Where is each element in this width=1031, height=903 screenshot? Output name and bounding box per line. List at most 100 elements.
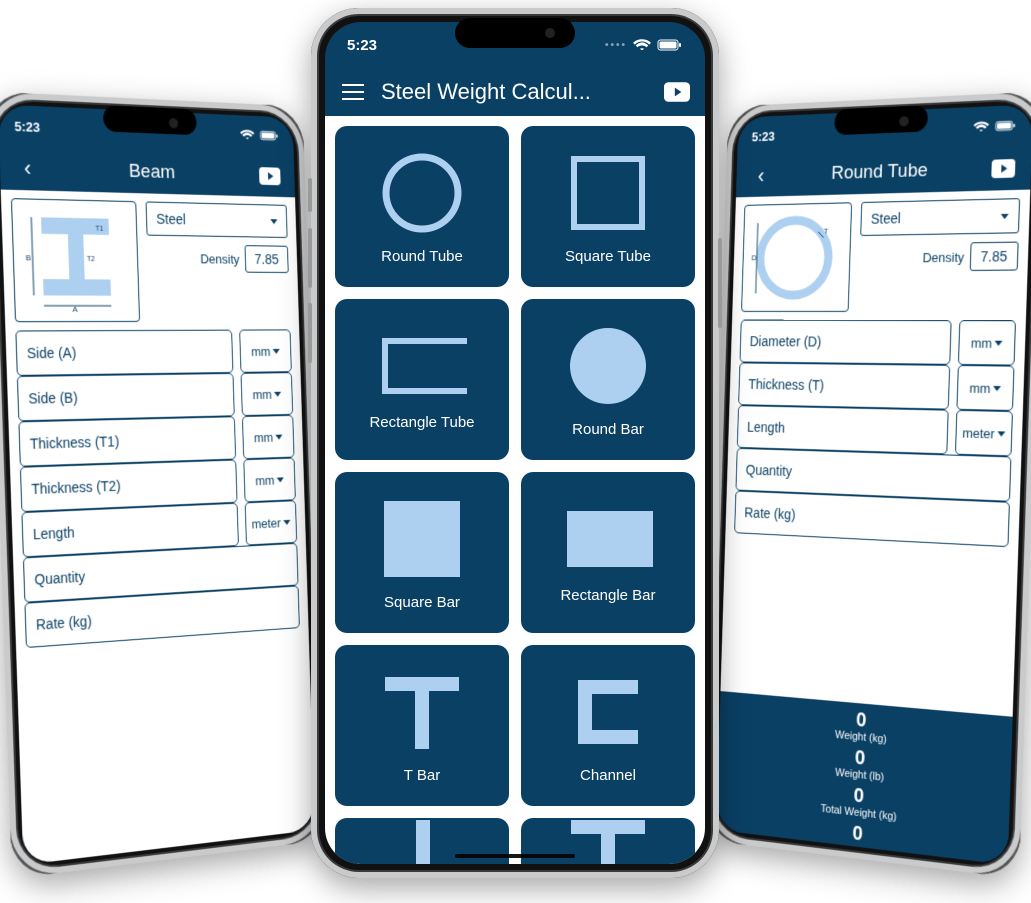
input-length[interactable]: Length bbox=[737, 405, 949, 454]
unit-value: meter bbox=[251, 515, 281, 531]
chevron-down-icon bbox=[993, 385, 1001, 390]
input-side-b-[interactable]: Side (B) bbox=[17, 373, 235, 421]
unit-value: mm bbox=[252, 387, 272, 402]
page-title: Beam bbox=[55, 158, 246, 186]
svg-text:D: D bbox=[751, 253, 757, 262]
density-row: Density 7.85 bbox=[922, 242, 1019, 272]
tile-label: Rectangle Bar bbox=[560, 587, 655, 604]
menu-button[interactable] bbox=[339, 78, 367, 106]
chevron-down-icon bbox=[273, 348, 280, 353]
youtube-icon[interactable] bbox=[257, 162, 283, 190]
screen-round-tube: 5:23 ‹ Round Tube bbox=[716, 104, 1031, 865]
chevron-down-icon bbox=[274, 391, 281, 396]
phone-notch bbox=[103, 105, 197, 135]
status-icons: •••• bbox=[605, 39, 683, 52]
status-time: 5:23 bbox=[347, 37, 377, 54]
page-title: Round Tube bbox=[786, 158, 977, 186]
field-row: Side (B) mm bbox=[17, 372, 293, 421]
tile-label: Square Bar bbox=[384, 594, 460, 611]
input-label: Thickness (T2) bbox=[31, 478, 121, 498]
input-label: Side (B) bbox=[28, 389, 78, 406]
unit-value: mm bbox=[254, 429, 274, 444]
shape-tile-circle-outline[interactable]: Round Tube bbox=[335, 126, 509, 287]
unit-select[interactable]: meter bbox=[955, 410, 1013, 457]
square-fill-icon bbox=[377, 494, 467, 584]
chevron-down-icon bbox=[277, 477, 284, 482]
status-icons bbox=[240, 129, 279, 142]
unit-value: mm bbox=[969, 380, 991, 396]
back-button[interactable]: ‹ bbox=[13, 154, 41, 184]
circle-fill-icon bbox=[563, 321, 653, 411]
home-indicator[interactable] bbox=[455, 854, 575, 858]
chevron-down-icon bbox=[997, 431, 1005, 436]
input-label: Thickness (T) bbox=[748, 376, 824, 393]
input-thickness-t1-[interactable]: Thickness (T1) bbox=[18, 416, 236, 467]
tile-label: Rectangle Tube bbox=[369, 414, 474, 431]
rect-outline-icon bbox=[377, 328, 467, 404]
input-thickness-t-[interactable]: Thickness (T) bbox=[738, 362, 950, 409]
youtube-icon[interactable] bbox=[663, 78, 691, 106]
shape-tile-c-shape[interactable]: Channel bbox=[521, 645, 695, 806]
cellular-dots-icon: •••• bbox=[605, 40, 627, 51]
field-row: Diameter (D) mm bbox=[739, 320, 1016, 366]
svg-text:T: T bbox=[824, 226, 829, 235]
shape-tile-circle-fill[interactable]: Round Bar bbox=[521, 299, 695, 460]
unit-select[interactable]: mm bbox=[241, 372, 294, 416]
svg-text:B: B bbox=[26, 253, 32, 263]
tile-label: Channel bbox=[580, 767, 636, 784]
unit-select[interactable]: mm bbox=[956, 365, 1014, 411]
screen-beam: 5:23 ‹ Beam bbox=[0, 104, 315, 865]
unit-value: meter bbox=[962, 425, 995, 441]
unit-select[interactable]: mm bbox=[243, 458, 296, 503]
results-panel: 0 Weight (kg)0 Weight (lb)0 Total Weight… bbox=[716, 691, 1013, 865]
shape-grid-area: Round Tube Square Tube Rectangle Tube Ro… bbox=[325, 116, 705, 864]
round-tube-diagram: D T bbox=[741, 202, 852, 312]
shape-tile-square-outline[interactable]: Square Tube bbox=[521, 126, 695, 287]
material-select[interactable]: Steel bbox=[146, 201, 288, 238]
unit-value: mm bbox=[251, 344, 271, 359]
circle-outline-icon bbox=[377, 148, 467, 238]
material-select[interactable]: Steel bbox=[860, 198, 1020, 236]
input-side-a-[interactable]: Side (A) bbox=[15, 330, 233, 376]
screen-home: 5:23 •••• Steel Weight Calcul... bbox=[325, 22, 705, 864]
youtube-icon[interactable] bbox=[989, 154, 1017, 184]
density-value[interactable]: 7.85 bbox=[244, 245, 288, 273]
unit-select[interactable]: meter bbox=[245, 500, 298, 545]
input-label: Thickness (T1) bbox=[30, 433, 120, 452]
square-outline-icon bbox=[563, 148, 653, 238]
unit-select[interactable]: mm bbox=[239, 329, 292, 372]
chevron-down-icon bbox=[283, 519, 290, 524]
status-icons bbox=[973, 120, 1017, 134]
svg-text:T1: T1 bbox=[95, 225, 103, 232]
unit-select[interactable]: mm bbox=[958, 320, 1016, 366]
svg-text:T2: T2 bbox=[87, 256, 95, 263]
shape-tile-square-fill[interactable]: Square Bar bbox=[335, 472, 509, 633]
phone-notch bbox=[834, 105, 928, 135]
shape-tile-rect-outline[interactable]: Rectangle Tube bbox=[335, 299, 509, 460]
i-shape-icon bbox=[377, 823, 467, 864]
input-label: Rate (kg) bbox=[36, 613, 92, 633]
density-label: Density bbox=[922, 249, 964, 265]
density-row: Density 7.85 bbox=[200, 244, 289, 273]
tile-label: Round Tube bbox=[381, 248, 463, 265]
beam-diagram: B A T1 T2 bbox=[11, 198, 140, 322]
input-label: Quantity bbox=[746, 462, 793, 479]
chevron-down-icon bbox=[276, 434, 283, 439]
unit-select[interactable]: mm bbox=[242, 415, 295, 459]
phone-mockup-right: 5:23 ‹ Round Tube bbox=[705, 91, 1031, 878]
tile-label: T Bar bbox=[404, 767, 440, 784]
field-row: Thickness (T) mm bbox=[738, 362, 1014, 411]
shape-tile-rect-fill[interactable]: Rectangle Bar bbox=[521, 472, 695, 633]
app-title: Steel Weight Calcul... bbox=[381, 79, 649, 105]
input-label: Side (A) bbox=[27, 345, 77, 362]
shape-tile-t-shape[interactable]: T Bar bbox=[335, 645, 509, 806]
input-label: Diameter (D) bbox=[750, 333, 822, 349]
unit-value: mm bbox=[971, 335, 993, 351]
material-value: Steel bbox=[156, 211, 186, 228]
density-value[interactable]: 7.85 bbox=[969, 242, 1018, 271]
input-diameter-d-[interactable]: Diameter (D) bbox=[739, 320, 951, 365]
back-button[interactable]: ‹ bbox=[748, 162, 774, 190]
c-shape-icon bbox=[563, 667, 653, 757]
phone-mockup-center: 5:23 •••• Steel Weight Calcul... bbox=[311, 8, 719, 878]
unit-value: mm bbox=[255, 472, 275, 487]
